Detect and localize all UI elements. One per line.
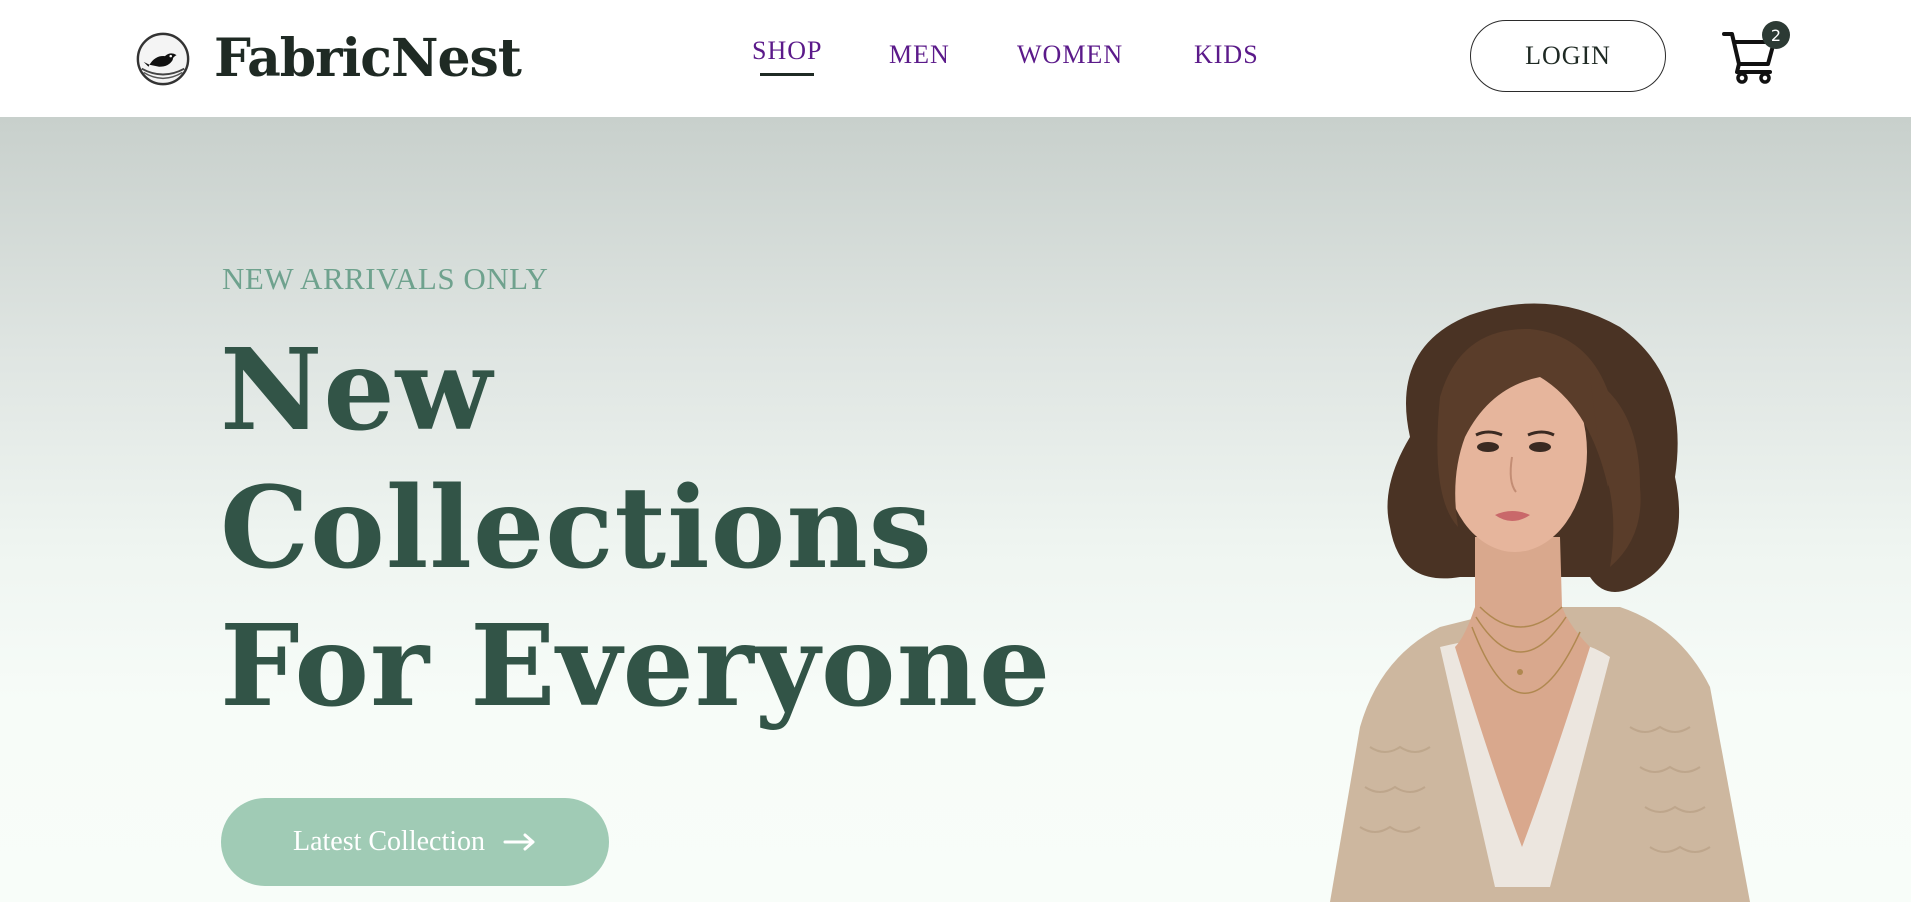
brand-name: FabricNest <box>214 28 522 89</box>
arrow-right-icon <box>503 833 535 851</box>
hero-banner: NEW ARRIVALS ONLY New Collections For Ev… <box>0 117 1911 902</box>
bird-nest-icon <box>136 32 190 86</box>
cta-label: Latest Collection <box>292 826 486 857</box>
site-header: FabricNest SHOP MEN WOMEN KIDS LOGIN 2 <box>0 0 1911 117</box>
model-portrait-image <box>1330 303 1750 902</box>
nav-men[interactable]: MEN <box>889 40 950 70</box>
nav-kids[interactable]: KIDS <box>1194 40 1259 70</box>
latest-collection-button[interactable]: Latest Collection <box>221 798 609 886</box>
nav-women[interactable]: WOMEN <box>1017 40 1123 70</box>
nav-shop[interactable]: SHOP <box>752 36 822 76</box>
brand-logo-link[interactable]: FabricNest <box>134 22 522 96</box>
login-button[interactable]: LOGIN <box>1470 20 1666 92</box>
hero-eyebrow: NEW ARRIVALS ONLY <box>222 261 549 296</box>
headline-line-1: New <box>220 325 494 456</box>
headline-line-2: Collections <box>220 463 933 594</box>
headline-line-3: For Everyone <box>220 601 1052 732</box>
hero-headline: New Collections For Everyone <box>220 322 1051 736</box>
cart-count-badge: 2 <box>1762 21 1790 49</box>
